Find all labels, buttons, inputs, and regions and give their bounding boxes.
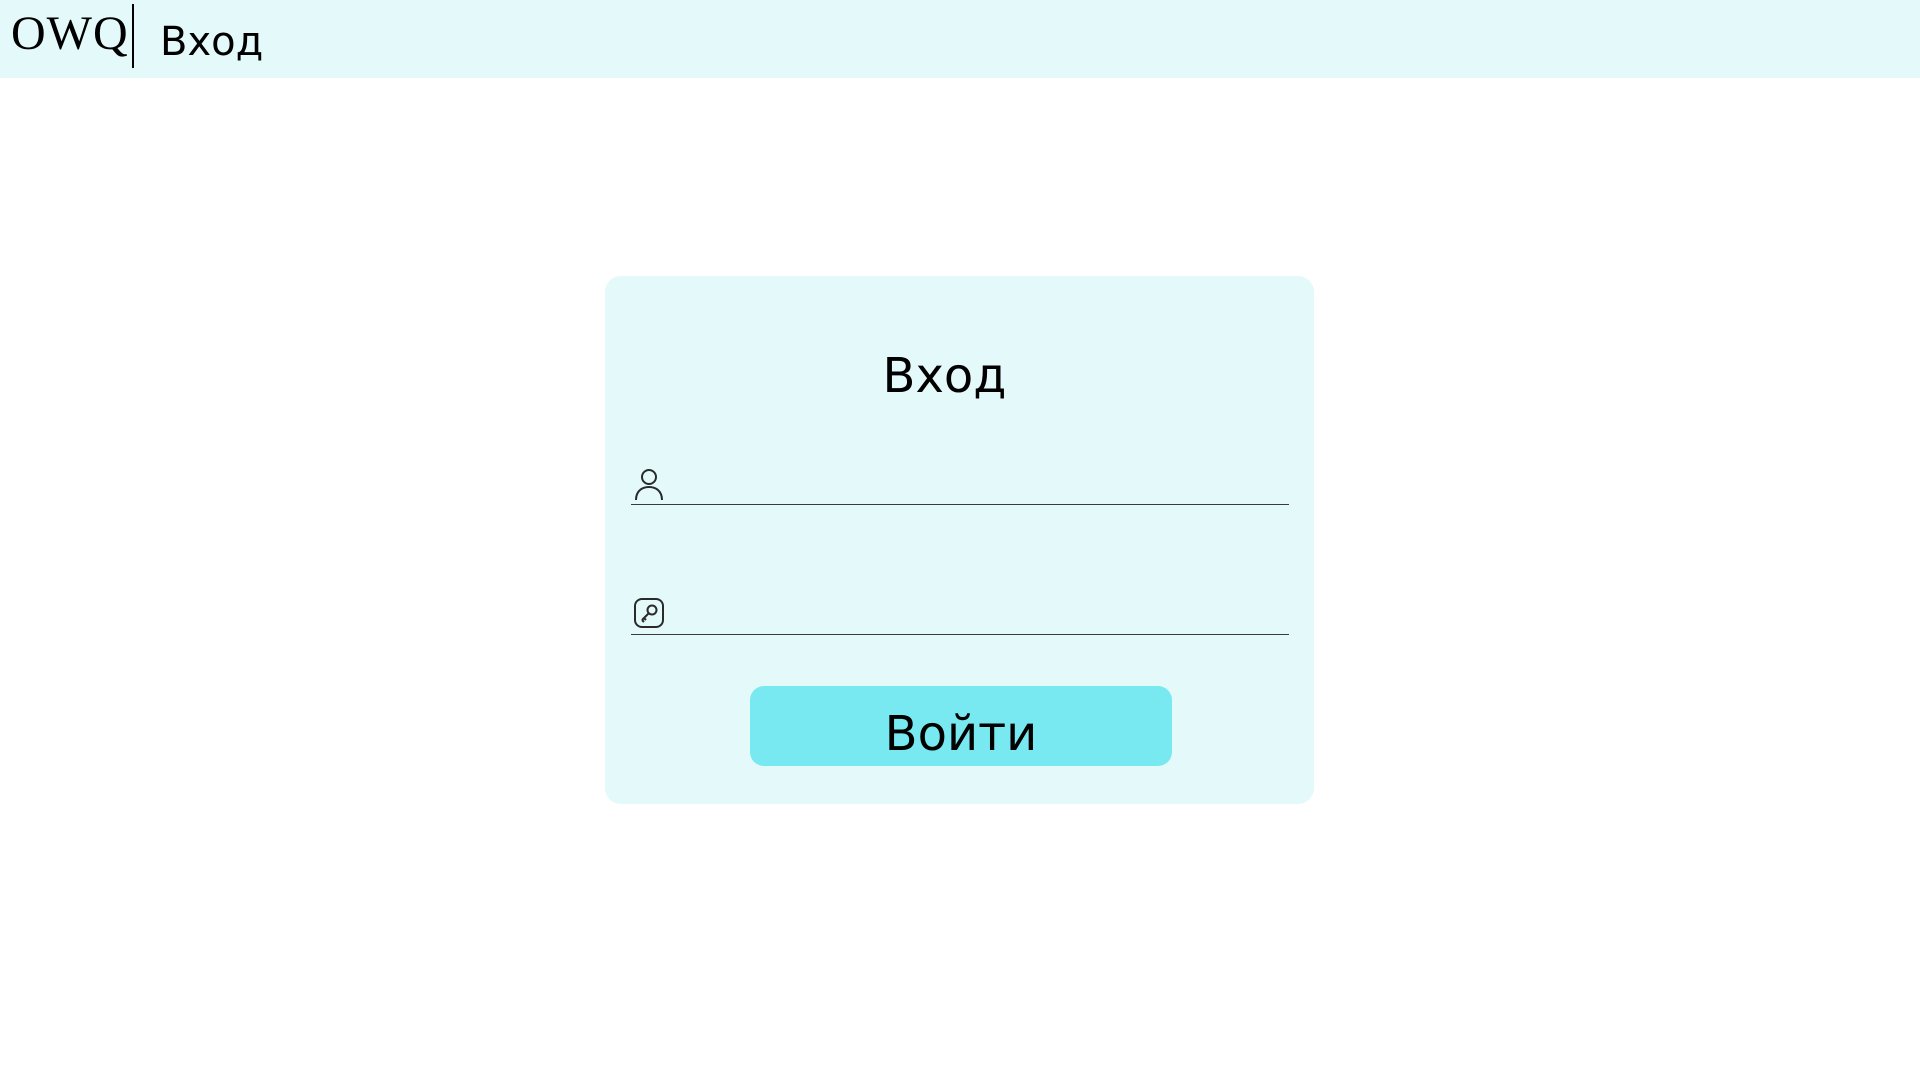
header-divider [132,4,134,68]
login-card-title: Вход [882,348,1007,404]
page-title: Вход [160,19,264,65]
logo[interactable]: OWQ [11,4,129,64]
user-icon [633,467,665,501]
username-input[interactable] [679,460,1279,504]
password-field[interactable] [631,590,1289,635]
top-bar: OWQ Вход [0,0,1920,78]
username-field[interactable] [631,460,1289,505]
password-input[interactable] [679,590,1279,634]
login-card: Вход Войти [605,276,1314,804]
login-button[interactable]: Войти [750,686,1172,766]
key-icon [633,597,665,631]
